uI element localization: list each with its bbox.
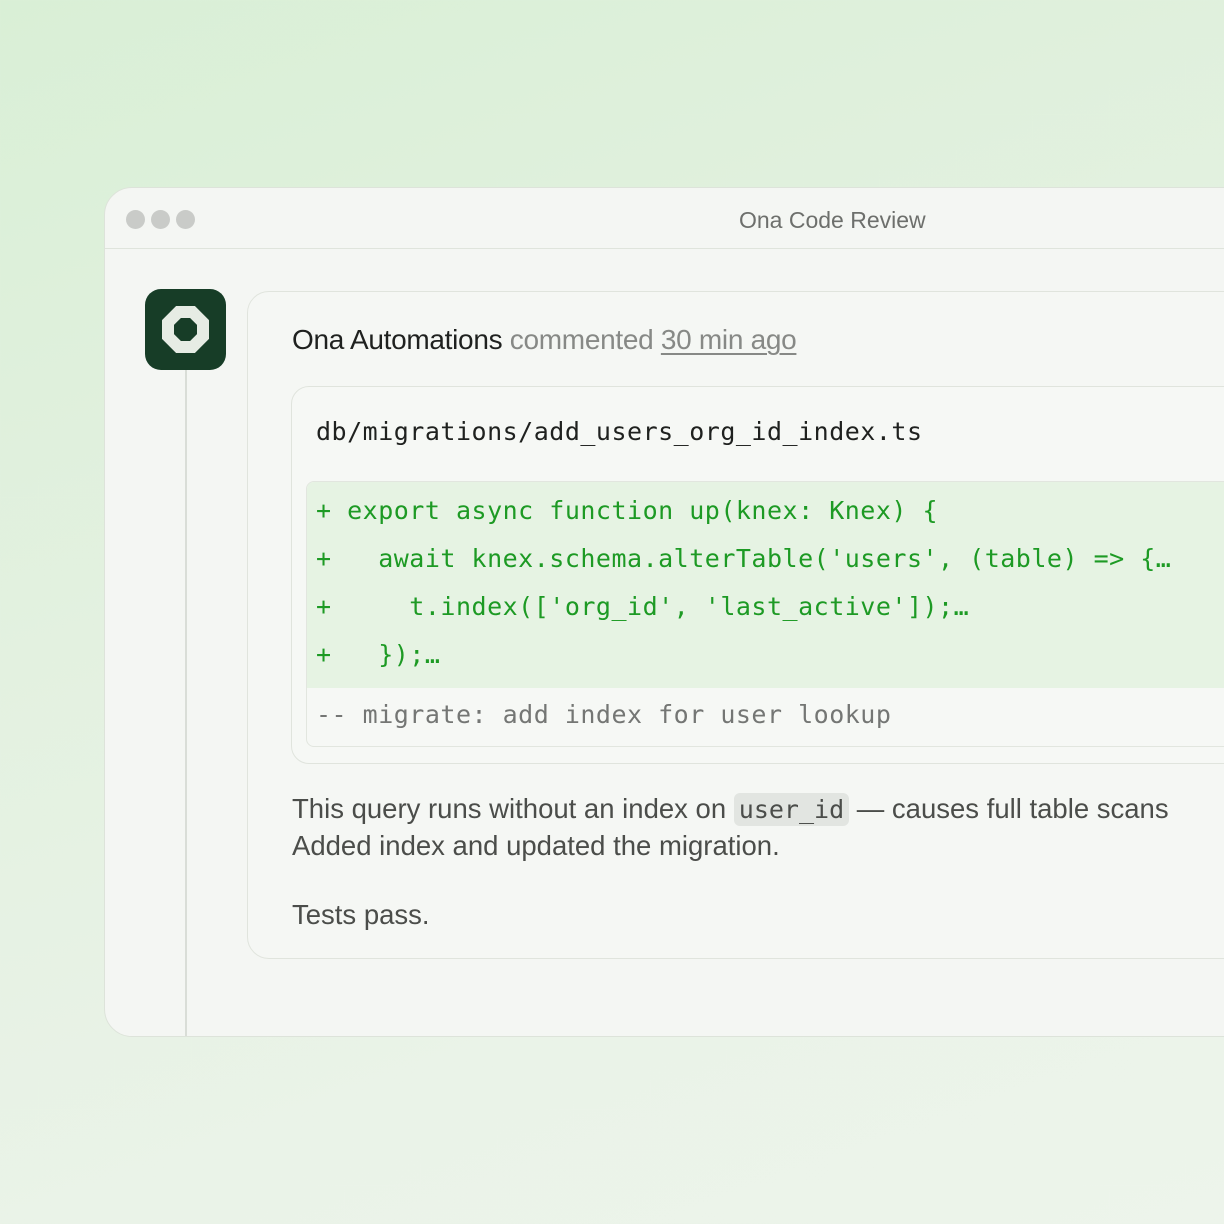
diff-added-line: + await knex.schema.alterTable('users', … xyxy=(316,544,1172,573)
comment-body-line-2: Added index and updated the migration. xyxy=(292,830,780,861)
file-path[interactable]: db/migrations/add_users_org_id_index.ts xyxy=(316,417,923,446)
comment-text: This query runs without an index on xyxy=(292,793,734,824)
window-control-dot-icon[interactable] xyxy=(176,210,195,229)
comment-header: Ona Automations commented 30 min ago xyxy=(292,324,797,356)
window-titlebar: Ona Code Review xyxy=(105,188,1224,249)
file-diff-box: db/migrations/add_users_org_id_index.ts … xyxy=(291,386,1224,764)
comment-timestamp-link[interactable]: 30 min ago xyxy=(661,324,797,355)
comment-author[interactable]: Ona Automations xyxy=(292,324,503,355)
comment-body-line-1: This query runs without an index on user… xyxy=(292,791,1169,828)
ona-octagon-logo-icon[interactable] xyxy=(145,289,226,370)
window-control-dot-icon[interactable] xyxy=(151,210,170,229)
comment-body-line-3: Tests pass. xyxy=(292,899,430,930)
thread-line xyxy=(185,363,187,1036)
diff-context-line: -- migrate: add index for user lookup xyxy=(316,700,892,729)
diff-added-line: + t.index(['org_id', 'last_active']);… xyxy=(316,592,970,621)
window-title: Ona Code Review xyxy=(739,207,926,233)
inline-code: user_id xyxy=(733,793,850,826)
comment-body: This query runs without an index on user… xyxy=(292,791,1169,864)
avatar-octagon-inner xyxy=(174,318,197,341)
diff-added-line: + export async function up(knex: Knex) { xyxy=(316,496,939,525)
window-control-dot-icon[interactable] xyxy=(126,210,145,229)
diff-added-line: + });… xyxy=(316,640,441,669)
comment-text: — causes full table scans xyxy=(849,793,1169,824)
code-review-window: Ona Code Review Ona Automations commente… xyxy=(104,187,1224,1037)
diff-view: + export async function up(knex: Knex) {… xyxy=(306,481,1224,747)
comment-verb: commented xyxy=(509,324,654,355)
comment-card: Ona Automations commented 30 min ago db/… xyxy=(247,291,1224,959)
